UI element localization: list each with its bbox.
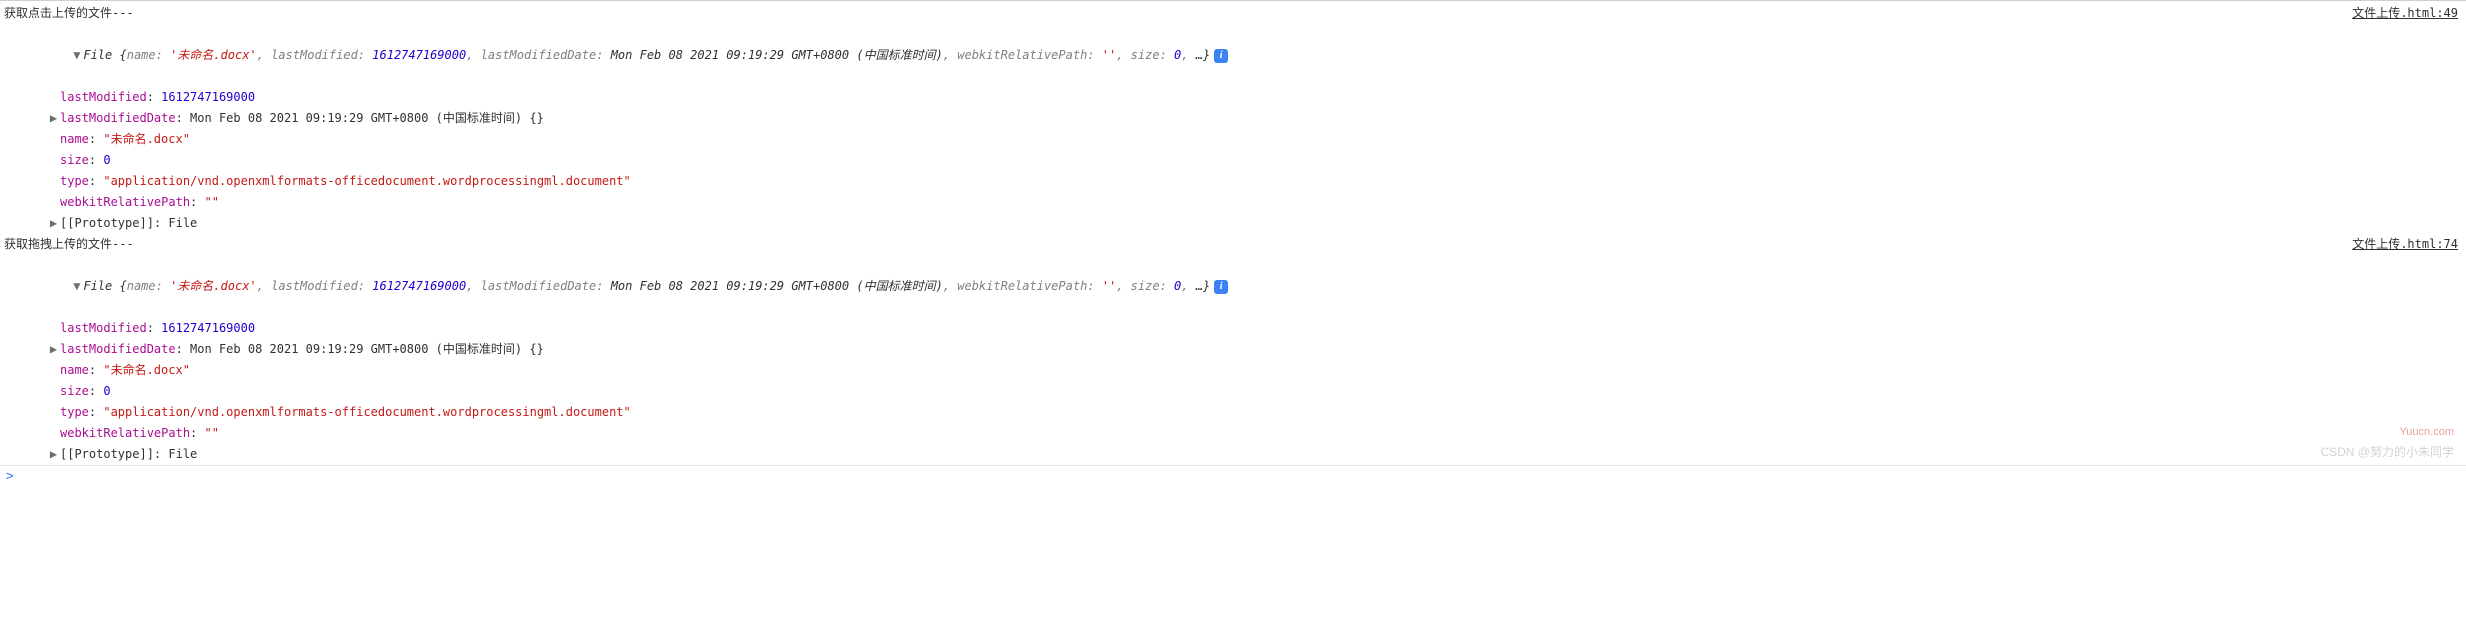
expand-toggle-icon[interactable]: ▶ bbox=[48, 213, 59, 234]
log-header-line: 获取拖拽上传的文件--- 文件上传.html:74 bbox=[4, 234, 2462, 255]
log-header-text: 获取点击上传的文件--- bbox=[4, 3, 134, 24]
prop-row-lastModified: lastModified: 1612747169000 bbox=[4, 87, 2462, 108]
prop-row-type: type: "application/vnd.openxmlformats-of… bbox=[4, 171, 2462, 192]
prop-row-prototype[interactable]: ▶[[Prototype]]: File bbox=[4, 444, 2462, 465]
expand-toggle-icon[interactable]: ▶ bbox=[48, 444, 59, 465]
prop-row-name: name: "未命名.docx" bbox=[4, 360, 2462, 381]
expand-toggle-icon[interactable]: ▶ bbox=[48, 339, 59, 360]
log-header-text: 获取拖拽上传的文件--- bbox=[4, 234, 134, 255]
prop-row-size: size: 0 bbox=[4, 381, 2462, 402]
prop-row-prototype[interactable]: ▶[[Prototype]]: File bbox=[4, 213, 2462, 234]
object-summary-row[interactable]: ▼File {name: '未命名.docx', lastModified: 1… bbox=[4, 24, 2462, 87]
prop-row-name: name: "未命名.docx" bbox=[4, 129, 2462, 150]
expand-toggle-icon[interactable]: ▼ bbox=[71, 45, 82, 66]
prop-row-lastModified: lastModified: 1612747169000 bbox=[4, 318, 2462, 339]
info-icon[interactable]: i bbox=[1214, 49, 1228, 63]
expand-toggle-icon[interactable]: ▶ bbox=[48, 108, 59, 129]
console-prompt[interactable]: > bbox=[0, 466, 2466, 487]
prop-row-size: size: 0 bbox=[4, 150, 2462, 171]
log-group-drag-upload: 获取拖拽上传的文件--- 文件上传.html:74 ▼File {name: '… bbox=[4, 234, 2462, 465]
prop-row-webkitRelativePath: webkitRelativePath: "" bbox=[4, 423, 2462, 444]
log-source-link[interactable]: 文件上传.html:49 bbox=[2352, 3, 2458, 24]
object-class-name: File bbox=[83, 48, 112, 62]
prop-row-type: type: "application/vnd.openxmlformats-of… bbox=[4, 402, 2462, 423]
prop-row-lastModifiedDate[interactable]: ▶lastModifiedDate: Mon Feb 08 2021 09:19… bbox=[4, 339, 2462, 360]
object-summary-row[interactable]: ▼File {name: '未命名.docx', lastModified: 1… bbox=[4, 255, 2462, 318]
log-source-link[interactable]: 文件上传.html:74 bbox=[2352, 234, 2458, 255]
log-header-line: 获取点击上传的文件--- 文件上传.html:49 bbox=[4, 3, 2462, 24]
info-icon[interactable]: i bbox=[1214, 280, 1228, 294]
prop-row-webkitRelativePath: webkitRelativePath: "" bbox=[4, 192, 2462, 213]
console-panel: 获取点击上传的文件--- 文件上传.html:49 ▼File {name: '… bbox=[0, 0, 2466, 466]
expand-toggle-icon[interactable]: ▼ bbox=[71, 276, 82, 297]
prop-row-lastModifiedDate[interactable]: ▶lastModifiedDate: Mon Feb 08 2021 09:19… bbox=[4, 108, 2462, 129]
object-class-name: File bbox=[83, 279, 112, 293]
log-group-click-upload: 获取点击上传的文件--- 文件上传.html:49 ▼File {name: '… bbox=[4, 3, 2462, 234]
